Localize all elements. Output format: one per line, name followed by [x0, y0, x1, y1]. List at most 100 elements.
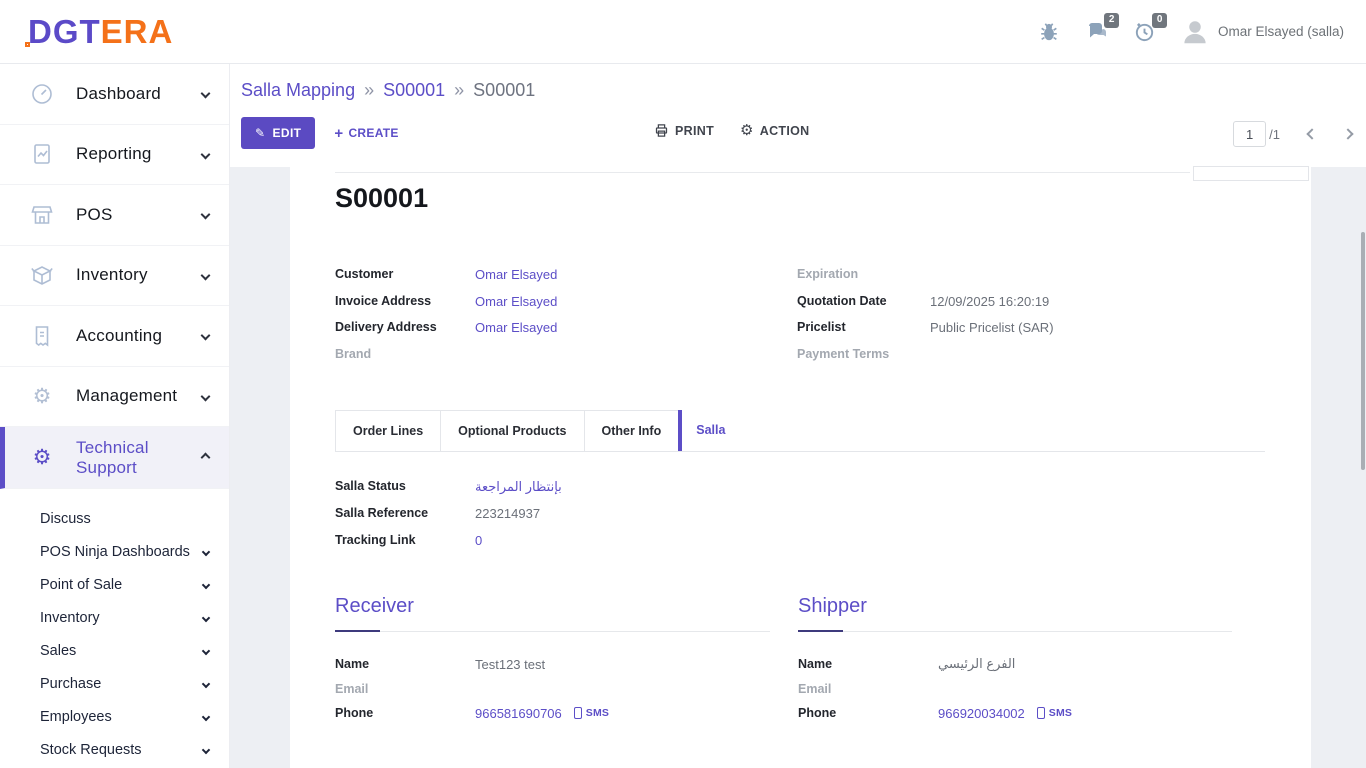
field-shipper-phone: Phone 966920034002 SMS [798, 701, 1232, 726]
sidebar-subitem-purchase[interactable]: Purchase [40, 667, 209, 700]
shipper-name-value: الفرع الرئيسي [938, 656, 1015, 672]
record-title: S00001 [335, 183, 428, 214]
logo-text-primary: DGT [28, 13, 101, 50]
sidebar-subitem-discuss[interactable]: Discuss [40, 502, 209, 535]
form-sheet: S00001 Customer Omar Elsayed Invoice Add… [290, 167, 1311, 768]
main-content: Salla Mapping » S00001 » S00001 ✎ EDIT +… [230, 64, 1366, 768]
inventory-box-icon [30, 263, 54, 287]
field-label: Tracking Link [335, 533, 475, 547]
sidebar: Dashboard Reporting POS Inventory [0, 64, 230, 768]
plus-icon: + [334, 126, 343, 141]
messages-icon[interactable]: 2 [1084, 19, 1110, 45]
field-customer: Customer Omar Elsayed [335, 263, 797, 290]
quotation-date-value: 12/09/2025 16:20:19 [930, 294, 1049, 309]
sidebar-item-technical-support[interactable]: ⚙ Technical Support [0, 427, 229, 489]
messages-count-badge: 2 [1104, 13, 1119, 28]
field-receiver-name: Name Test123 test [335, 652, 770, 677]
breadcrumb-current: S00001 [473, 80, 535, 101]
field-label: Name [335, 657, 475, 671]
chevron-down-icon [202, 745, 210, 753]
receiver-fields: Name Test123 test Email Phone 9665816907… [335, 652, 770, 726]
record-actions: PRINT ⚙ ACTION [654, 123, 809, 138]
field-label: Quotation Date [797, 294, 930, 308]
chevron-down-icon [201, 270, 211, 280]
sidebar-subitem-stock-requests[interactable]: Stock Requests [40, 733, 209, 766]
sidebar-item-label: Reporting [76, 144, 202, 164]
sms-button-label: SMS [586, 707, 609, 719]
tab-salla[interactable]: Salla [678, 410, 741, 451]
chevron-down-icon [201, 210, 211, 220]
sidebar-item-reporting[interactable]: Reporting [0, 125, 229, 186]
fieldgroup-right-column: Expiration Quotation Date 12/09/2025 16:… [797, 263, 1266, 369]
sidebar-item-label: Dashboard [76, 84, 202, 104]
sidebar-subitem-point-of-sale[interactable]: Point of Sale [40, 568, 209, 601]
sidebar-item-accounting[interactable]: Accounting [0, 306, 229, 367]
shipper-sms-button[interactable]: SMS [1037, 707, 1072, 719]
receiver-phone-link[interactable]: 966581690706 [475, 706, 562, 721]
vertical-scrollbar-thumb[interactable] [1361, 232, 1365, 470]
receiver-section: Receiver Name Test123 test Email Phone [335, 595, 770, 726]
sidebar-item-inventory[interactable]: Inventory [0, 246, 229, 307]
breadcrumb-separator: » [454, 80, 464, 101]
customer-link[interactable]: Omar Elsayed [475, 267, 557, 282]
management-gear-icon: ⚙ [30, 384, 54, 408]
sidebar-item-management[interactable]: ⚙ Management [0, 367, 229, 428]
pager-previous-icon[interactable] [1306, 128, 1317, 139]
shipper-phone-link[interactable]: 966920034002 [938, 706, 1025, 721]
field-salla-reference: Salla Reference 223214937 [335, 502, 562, 529]
tab-optional-products[interactable]: Optional Products [440, 410, 584, 451]
sidebar-subitem-label: Inventory [40, 610, 203, 626]
chevron-down-icon [201, 331, 211, 341]
salla-status-value: بإنتظار المراجعة [475, 479, 562, 495]
chevron-down-icon [202, 547, 210, 555]
tab-other-info[interactable]: Other Info [584, 410, 680, 451]
chevron-down-icon [202, 646, 210, 654]
user-menu[interactable]: Omar Elsayed (salla) [1180, 17, 1344, 47]
sidebar-item-label: Inventory [76, 265, 202, 285]
sidebar-subitem-employees[interactable]: Employees [40, 700, 209, 733]
receiver-phone-wrap: 966581690706 SMS [475, 706, 609, 721]
sidebar-item-dashboard[interactable]: Dashboard [0, 64, 229, 125]
breadcrumb-link-salla-mapping[interactable]: Salla Mapping [241, 80, 355, 101]
sidebar-item-label: POS [76, 205, 202, 225]
sidebar-item-pos[interactable]: POS [0, 185, 229, 246]
tracking-link[interactable]: 0 [475, 533, 482, 548]
sidebar-subitem-label: Sales [40, 643, 203, 659]
field-label: Delivery Address [335, 320, 475, 334]
pager-input[interactable] [1233, 121, 1266, 147]
sms-button-label: SMS [1049, 707, 1072, 719]
action-button-label: ACTION [760, 124, 810, 138]
edit-button[interactable]: ✎ EDIT [241, 117, 315, 149]
chevron-down-icon [202, 580, 210, 588]
bug-report-icon[interactable] [1036, 19, 1062, 45]
action-button[interactable]: ⚙ ACTION [740, 123, 809, 138]
fieldgroup-left-column: Customer Omar Elsayed Invoice Address Om… [335, 263, 797, 369]
breadcrumb-separator: » [364, 80, 374, 101]
sidebar-subitem-pos-ninja-dashboards[interactable]: POS Ninja Dashboards [40, 535, 209, 568]
create-button-label: CREATE [348, 126, 398, 140]
field-label: Email [335, 682, 475, 696]
field-label: Phone [798, 706, 938, 720]
breadcrumb-link-record[interactable]: S00001 [383, 80, 445, 101]
section-divider [335, 631, 770, 632]
invoice-address-link[interactable]: Omar Elsayed [475, 294, 557, 309]
sidebar-subitem-label: Point of Sale [40, 577, 203, 593]
salla-reference-value: 223214937 [475, 506, 540, 521]
sidebar-subitem-label: POS Ninja Dashboards [40, 544, 203, 560]
delivery-address-link[interactable]: Omar Elsayed [475, 320, 557, 335]
activities-clock-icon[interactable]: 0 [1132, 19, 1158, 45]
pager-next-icon[interactable] [1342, 128, 1353, 139]
brand-logo[interactable]: DGTERA [28, 15, 173, 48]
tab-order-lines[interactable]: Order Lines [335, 410, 441, 451]
pencil-icon: ✎ [255, 127, 265, 139]
dashboard-gauge-icon [30, 82, 54, 106]
field-label: Expiration [797, 267, 930, 281]
app-root: DGTERA 2 [0, 0, 1366, 768]
sidebar-subitem-label: Stock Requests [40, 742, 203, 758]
field-quotation-date: Quotation Date 12/09/2025 16:20:19 [797, 290, 1266, 317]
sidebar-subitem-inventory[interactable]: Inventory [40, 601, 209, 634]
sidebar-subitem-sales[interactable]: Sales [40, 634, 209, 667]
receiver-sms-button[interactable]: SMS [574, 707, 609, 719]
print-button[interactable]: PRINT [654, 123, 714, 138]
create-button[interactable]: + CREATE [334, 126, 398, 141]
